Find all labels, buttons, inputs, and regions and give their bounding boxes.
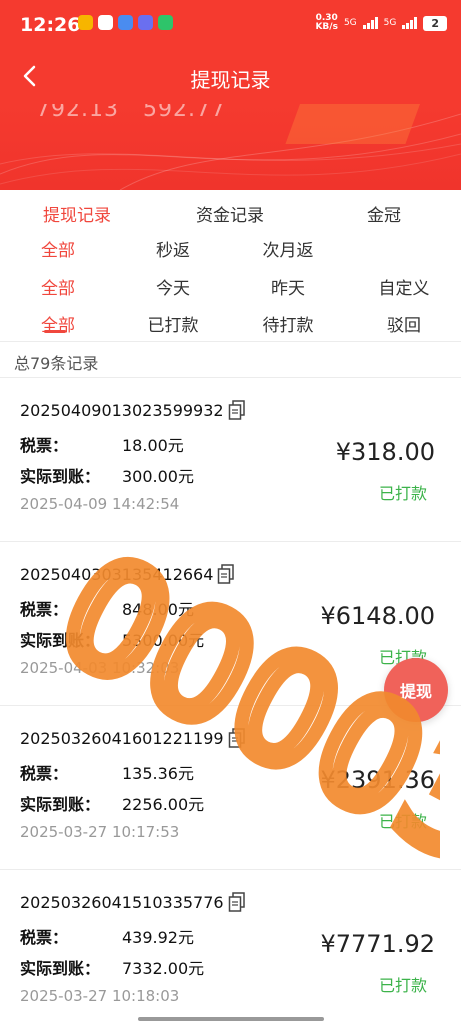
tax-row: 税票： 18.00元	[20, 436, 184, 455]
filter-date-yesterday[interactable]: 昨天	[271, 274, 305, 299]
record-item[interactable]: 20250326041601221199 税票： 135.36元 实际到账： 225…	[0, 705, 461, 869]
record-time: 2025-04-09 14:42:54	[20, 495, 180, 513]
home-indicator	[138, 1017, 324, 1021]
network-speed: 0.30 KB/s	[315, 13, 338, 32]
status-time: 12:26	[20, 14, 81, 36]
copy-icon[interactable]	[228, 892, 246, 912]
status-badge: 已打款	[378, 976, 427, 995]
notification-app-icon	[78, 15, 93, 30]
actual-row: 实际到账： 7332.00元	[20, 959, 205, 978]
filter-date-today[interactable]: 今天	[156, 274, 190, 299]
message-app-icon	[138, 15, 153, 30]
banner-value-right: 592.77	[143, 104, 226, 122]
tab-gold-crown[interactable]: 金冠	[367, 201, 401, 226]
actual-value: 2256.00元	[122, 795, 205, 814]
copy-icon[interactable]	[228, 400, 246, 420]
tax-value: 439.92元	[122, 928, 194, 947]
withdraw-fab-button[interactable]: 提现	[384, 658, 448, 722]
balance-banner: 792.13 592.77	[0, 104, 461, 190]
record-time: 2025-04-03 10:32:03	[20, 659, 180, 677]
filter-status-rejected[interactable]: 驳回	[387, 311, 421, 336]
browser-app-icon	[118, 15, 133, 30]
record-id: 20250409013023599932	[20, 400, 246, 420]
tab-fund-records[interactable]: 资金记录	[196, 201, 264, 226]
copy-icon[interactable]	[228, 728, 246, 748]
banner-value-left: 792.13	[36, 104, 119, 122]
record-id: 20250326041510335776	[20, 892, 246, 912]
chat-app-icon	[98, 15, 113, 30]
actual-row: 实际到账： 2256.00元	[20, 795, 205, 814]
tax-value: 848.00元	[122, 600, 194, 619]
record-count: 总79条记录	[14, 354, 99, 373]
record-amount: ¥6148.00	[320, 602, 435, 630]
tab-withdraw-records[interactable]: 提现记录	[43, 201, 111, 226]
signal-label-2: 5G	[383, 18, 397, 28]
summary-bar: 总79条记录	[0, 341, 461, 377]
tax-value: 135.36元	[122, 764, 194, 783]
active-filter-underline	[44, 330, 66, 333]
filter-status-pending[interactable]: 待打款	[263, 311, 314, 336]
tax-row: 税票： 439.92元	[20, 928, 194, 947]
filter-type-next-month[interactable]: 次月返	[263, 236, 314, 261]
status-indicators: 0.30 KB/s 5G 5G 2	[315, 14, 447, 32]
signal-strength-icon	[362, 17, 378, 29]
signal-strength-icon	[402, 17, 418, 29]
record-time: 2025-03-27 10:17:53	[20, 823, 180, 841]
tax-row: 税票： 135.36元	[20, 764, 194, 783]
filter-type-all[interactable]: 全部	[41, 236, 75, 261]
record-amount: ¥2391.36	[320, 766, 435, 794]
filter-date-custom[interactable]: 自定义	[379, 274, 430, 299]
record-id: 2025040303135412664	[20, 564, 235, 584]
nav-bar: 提现记录	[0, 50, 461, 104]
actual-row: 实际到账： 300.00元	[20, 467, 194, 486]
filter-status-paid[interactable]: 已打款	[148, 311, 199, 336]
filter-date-all[interactable]: 全部	[41, 274, 75, 299]
date-filters: 全部 今天 昨天 自定义	[0, 274, 461, 310]
page-title: 提现记录	[190, 68, 271, 92]
main-tabs: 提现记录 资金记录 金冠	[0, 201, 461, 237]
actual-row: 实际到账： 5300.00元	[20, 631, 205, 650]
record-amount: ¥318.00	[335, 438, 435, 466]
status-app-icons	[78, 15, 173, 30]
record-id: 20250326041601221199	[20, 728, 246, 748]
actual-value: 7332.00元	[122, 959, 205, 978]
record-time: 2025-03-27 10:18:03	[20, 987, 180, 1005]
battery-icon: 2	[423, 15, 447, 31]
phone-app-icon	[158, 15, 173, 30]
record-item[interactable]: 20250409013023599932 税票： 18.00元 实际到账： 300.…	[0, 377, 461, 541]
actual-value: 5300.00元	[122, 631, 205, 650]
status-bar: 12:26 0.30 KB/s 5G 5G 2	[0, 0, 461, 50]
record-amount: ¥7771.92	[320, 930, 435, 958]
signal-label-1: 5G	[343, 18, 357, 28]
filter-type-instant[interactable]: 秒返	[156, 236, 190, 261]
tax-row: 税票： 848.00元	[20, 600, 194, 619]
record-item[interactable]: 20250326041510335776 税票： 439.92元 实际到账： 733…	[0, 869, 461, 1024]
status-badge: 已打款	[378, 484, 427, 503]
copy-icon[interactable]	[217, 564, 235, 584]
tax-value: 18.00元	[122, 436, 184, 455]
type-filters: 全部 秒返 次月返	[0, 236, 461, 272]
status-badge: 已打款	[378, 812, 427, 831]
actual-value: 300.00元	[122, 467, 194, 486]
